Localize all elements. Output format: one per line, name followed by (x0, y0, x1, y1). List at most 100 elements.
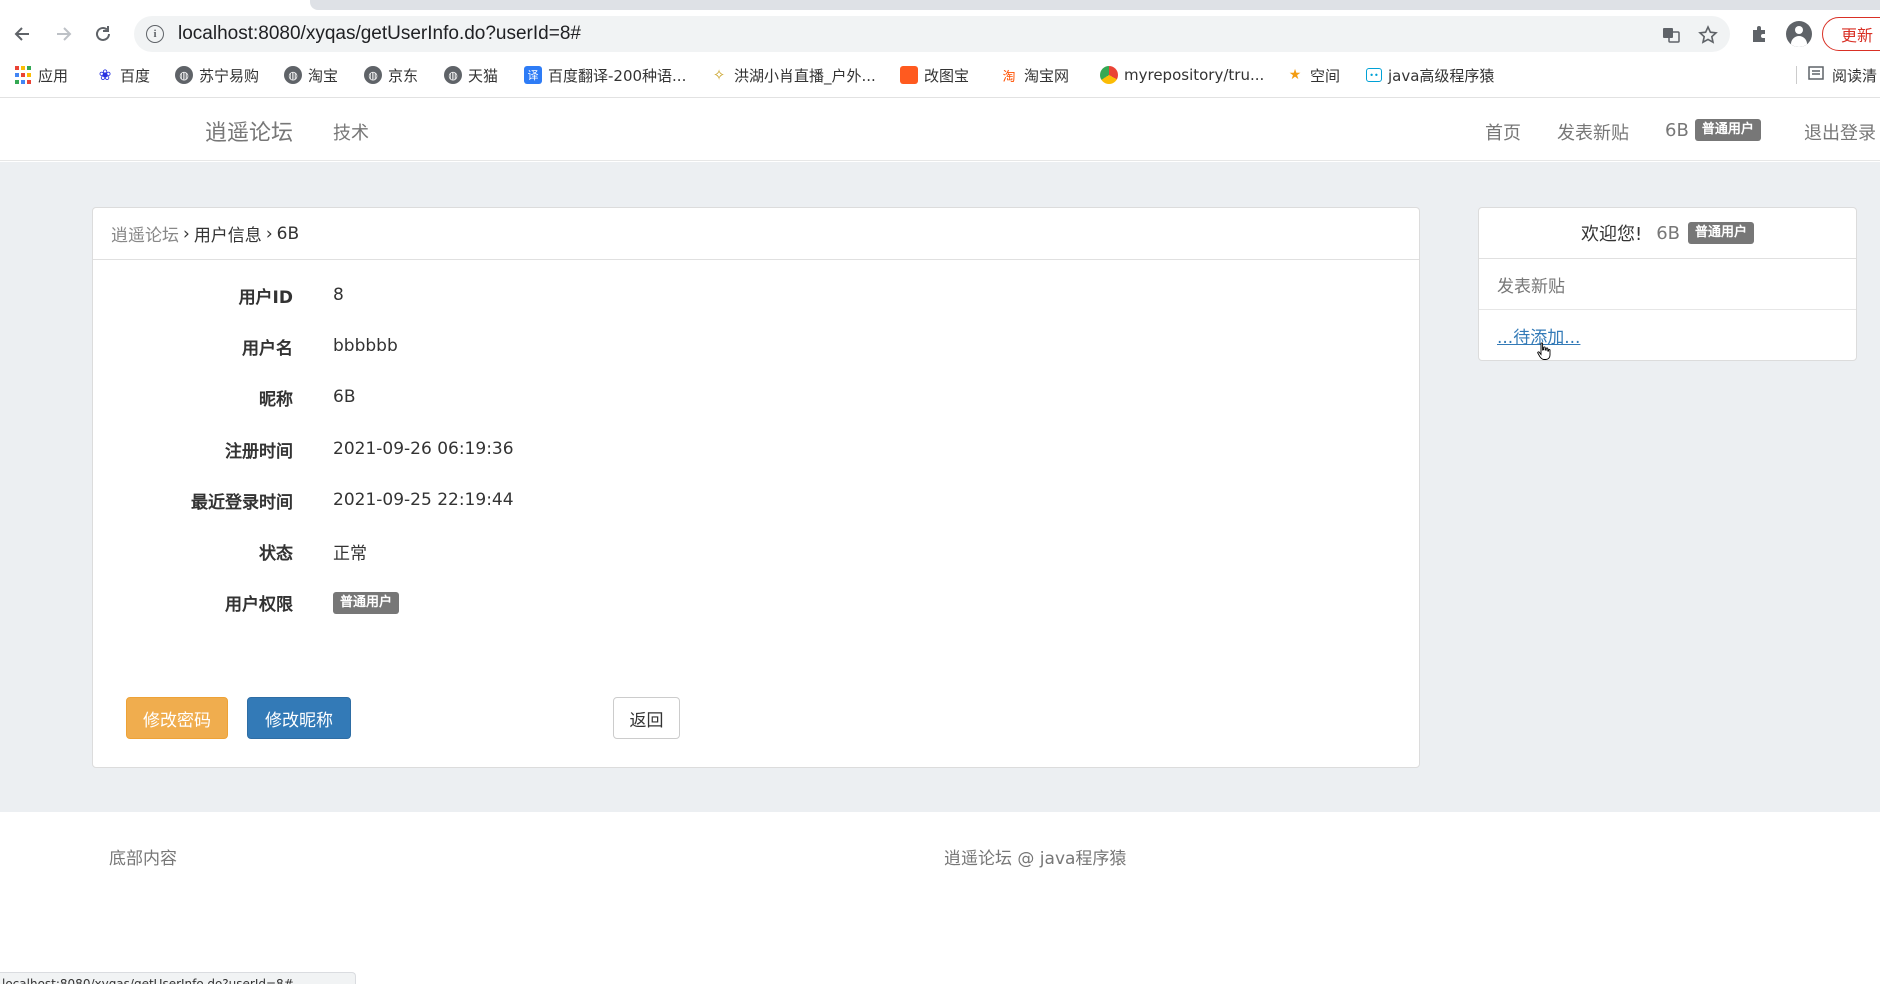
forward-arrow-icon[interactable] (49, 20, 77, 48)
info-label: 昵称 (259, 389, 293, 410)
bookmark-label: 苏宁易购 (199, 66, 260, 85)
globe-icon: ◍ (364, 66, 382, 84)
info-label: 用户名 (242, 338, 293, 359)
info-label: 最近登录时间 (191, 492, 293, 513)
bookmark-qzone[interactable]: ★ 空间 (1286, 60, 1340, 90)
info-label: 用户ID (238, 287, 293, 308)
reload-icon[interactable] (89, 20, 117, 48)
bilibili-icon: •• (1366, 68, 1382, 82)
translate-icon: 译 (524, 66, 542, 84)
bookmark-label: java高级程序猿 (1388, 66, 1495, 85)
hand-cursor-icon (1537, 342, 1551, 360)
change-password-button[interactable]: 修改密码 (126, 697, 228, 739)
translate-page-icon[interactable] (1660, 24, 1682, 46)
baidu-paw-icon: ❀ (98, 66, 112, 84)
info-value: bbbbbb (333, 336, 398, 356)
breadcrumb-separator: › (265, 223, 273, 244)
info-row-register-time: 注册时间 2021-09-26 06:19:36 (93, 434, 1419, 464)
bookmark-myrepository[interactable]: myrepository/tru... (1100, 60, 1264, 90)
bookmark-suning[interactable]: ◍ 苏宁易购 (175, 60, 259, 90)
sidebar-pending-link[interactable]: ...待添加... (1479, 310, 1856, 360)
footer-left-text: 底部内容 (109, 849, 177, 869)
sidebar-role-badge: 普通用户 (1688, 222, 1755, 244)
info-value-wrapper: 普通用户 (333, 591, 400, 614)
bookmark-label: 天猫 (468, 66, 499, 85)
breadcrumb: 逍遥论坛 › 用户信息 › 6B (93, 208, 1419, 260)
info-value: 8 (333, 285, 344, 305)
nav-new-post-link[interactable]: 发表新贴 (1557, 119, 1629, 145)
breadcrumb-section: 用户信息 (193, 226, 262, 246)
user-info-panel: 逍遥论坛 › 用户信息 › 6B 用户ID 8 用户名 bbbbbb 昵称 6B… (92, 207, 1420, 768)
sidebar-panel: 欢迎您! 6B 普通用户 发表新贴 ...待添加... (1478, 207, 1857, 361)
apps-grid-icon (14, 66, 32, 84)
bookmark-apps[interactable]: 应用 (14, 60, 68, 90)
info-value: 6B (333, 387, 356, 407)
browser-toolbar: i localhost:8080/xyqas/getUserInfo.do?us… (0, 0, 1880, 98)
bookmark-label: 淘宝网 (1024, 66, 1070, 85)
info-row-last-login: 最近登录时间 2021-09-25 22:19:44 (93, 485, 1419, 515)
bookmarks-divider (1796, 66, 1797, 84)
info-label: 状态 (259, 543, 293, 564)
breadcrumb-separator: › (183, 223, 190, 244)
site-footer: 底部内容 逍遥论坛 @ java程序猿 (0, 812, 1880, 984)
bookmark-taobao-net[interactable]: 淘 淘宝网 (1000, 60, 1069, 90)
reading-list[interactable]: 阅读清 (1808, 60, 1877, 90)
bee-icon: ✧ (712, 66, 726, 84)
bookmark-jd[interactable]: ◍ 京东 (364, 60, 418, 90)
info-label: 注册时间 (225, 441, 293, 462)
bookmark-label: 应用 (38, 66, 69, 85)
bookmark-bilibili[interactable]: •• java高级程序猿 (1366, 60, 1494, 90)
bookmark-label: 洪湖小肖直播_户外... (734, 66, 876, 85)
bookmark-star-icon[interactable] (1697, 24, 1719, 46)
chrome-icon (1100, 66, 1118, 84)
bookmark-baidu[interactable]: ❀ 百度 (96, 60, 150, 90)
bookmarks-bar: 应用 ❀ 百度 ◍ 苏宁易购 ◍ 淘宝 ◍ 京东 ◍ 天猫 译 百度翻译-200… (0, 60, 1880, 90)
sidebar-welcome: 欢迎您! 6B 普通用户 (1479, 208, 1856, 259)
info-row-user-id: 用户ID 8 (93, 280, 1419, 310)
info-row-nickname: 昵称 6B (93, 382, 1419, 412)
back-button[interactable]: 返回 (613, 697, 680, 739)
nav-logout-link[interactable]: 退出登录 (1804, 119, 1876, 145)
info-value: 2021-09-26 06:19:36 (333, 439, 514, 459)
site-navbar: 逍遥论坛 技术 首页 发表新贴 6B 普通用户 退出登录 (0, 98, 1880, 161)
role-badge: 普通用户 (333, 591, 400, 614)
welcome-text: 欢迎您! (1580, 224, 1643, 245)
nav-role-badge: 普通用户 (1694, 119, 1761, 141)
nav-nickname: 6B (1665, 119, 1689, 141)
bookmark-label: 百度 (120, 66, 151, 85)
bookmark-baidu-translate[interactable]: 译 百度翻译-200种语... (524, 60, 686, 90)
nav-user-menu[interactable]: 6B 普通用户 (1665, 119, 1761, 141)
site-info-icon[interactable]: i (146, 25, 164, 43)
bookmark-label: 淘宝 (308, 66, 339, 85)
bookmark-taobao[interactable]: ◍ 淘宝 (284, 60, 338, 90)
bookmark-label: 空间 (1310, 66, 1341, 85)
bookmark-honghu[interactable]: ✧ 洪湖小肖直播_户外... (710, 60, 876, 90)
address-bar[interactable]: i localhost:8080/xyqas/getUserInfo.do?us… (134, 16, 1730, 52)
globe-icon: ◍ (284, 66, 302, 84)
change-nickname-button[interactable]: 修改昵称 (247, 697, 351, 739)
info-row-permission: 用户权限 普通用户 (93, 587, 1419, 617)
bookmark-label: 百度翻译-200种语... (548, 66, 687, 85)
url-text[interactable]: localhost:8080/xyqas/getUserInfo.do?user… (178, 23, 581, 45)
info-label: 用户权限 (225, 594, 293, 615)
info-row-username: 用户名 bbbbbb (93, 331, 1419, 361)
breadcrumb-root-link[interactable]: 逍遥论坛 (111, 221, 179, 246)
breadcrumb-current: 6B (276, 223, 300, 244)
update-chrome-button[interactable]: 更新 (1822, 17, 1880, 51)
sidebar-new-post-link[interactable]: 发表新贴 (1479, 259, 1856, 310)
site-brand-link[interactable]: 逍遥论坛 (205, 115, 293, 147)
profile-avatar-icon[interactable] (1786, 21, 1812, 47)
nav-home-link[interactable]: 首页 (1485, 119, 1521, 145)
info-value: 2021-09-25 22:19:44 (333, 490, 514, 510)
bookmark-gaitubao[interactable]: 改图宝 (900, 60, 969, 90)
nav-tech-link[interactable]: 技术 (333, 119, 369, 145)
globe-icon: ◍ (175, 66, 193, 84)
bookmark-label: myrepository/tru... (1124, 66, 1265, 84)
bookmark-label: 京东 (388, 66, 419, 85)
tab-strip (310, 0, 1880, 10)
extensions-puzzle-icon[interactable] (1746, 21, 1772, 47)
bookmark-tmall[interactable]: ◍ 天猫 (444, 60, 498, 90)
reading-list-label: 阅读清 (1832, 66, 1878, 85)
footer-copyright: 逍遥论坛 @ java程序猿 (944, 849, 1127, 869)
back-arrow-icon[interactable] (9, 20, 37, 48)
